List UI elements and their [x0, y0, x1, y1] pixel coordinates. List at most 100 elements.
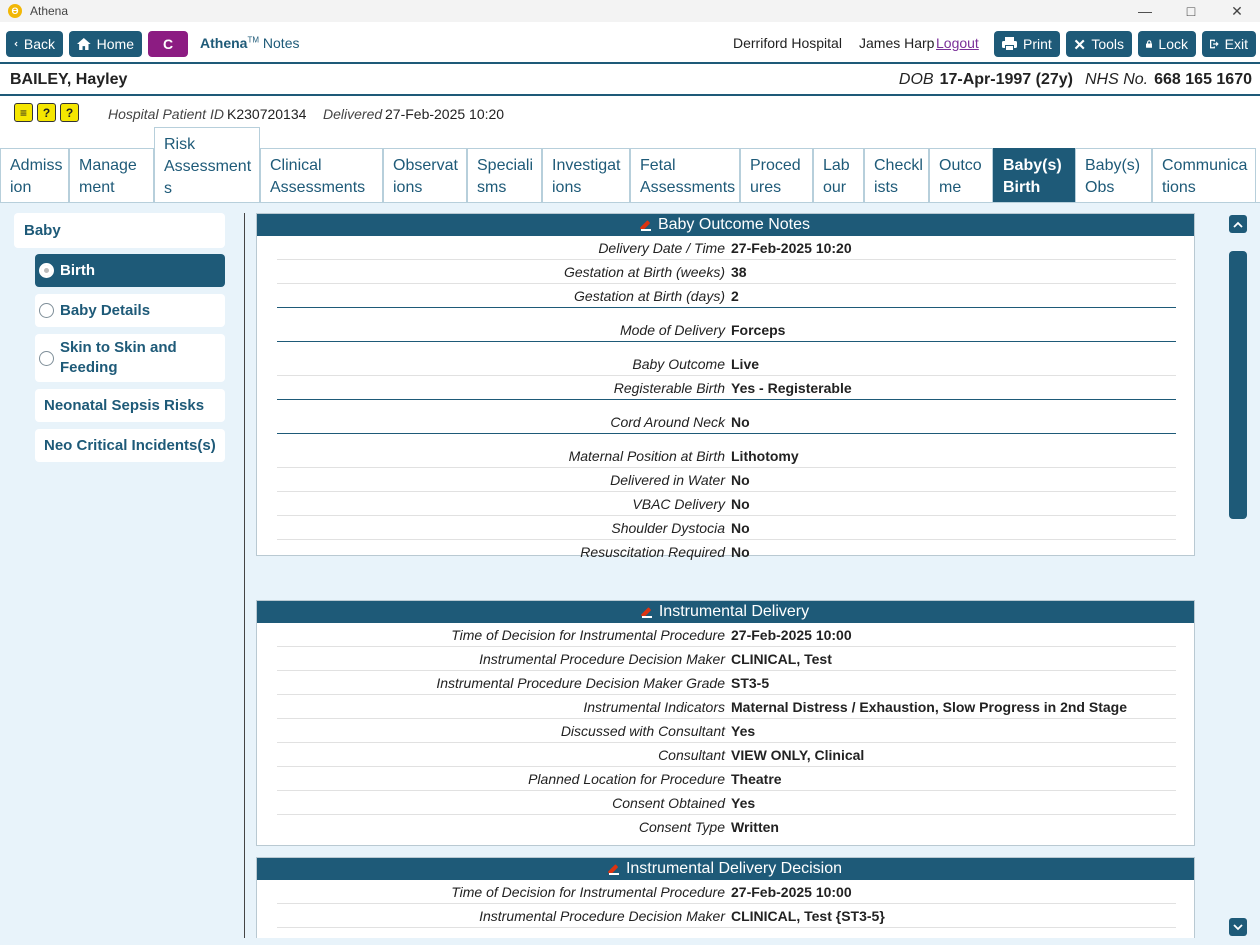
- instrumental-delivery-decision-panel: Instrumental Delivery Decision Time of D…: [256, 857, 1195, 938]
- field-row: Planned Location for Procedure Theatre: [277, 767, 1176, 791]
- tab-babys-birth[interactable]: Baby(s) Birth: [993, 148, 1075, 203]
- field-row: Gestation at Birth (days) 2: [277, 284, 1176, 308]
- dob-value: 17-Apr-1997 (27y): [939, 71, 1073, 88]
- field-row: Shoulder Dystocia No: [277, 516, 1176, 540]
- printer-icon: [1002, 37, 1017, 51]
- tab-checklists[interactable]: Checkl ists: [864, 148, 929, 203]
- sidebar-item-neonatal-sepsis-risks[interactable]: Neonatal Sepsis Risks: [35, 389, 225, 422]
- tools-button[interactable]: Tools: [1066, 31, 1132, 57]
- field-row: Instrumental Procedure Decision Maker CLI…: [277, 904, 1176, 928]
- hospital-name: Derriford Hospital: [733, 35, 842, 51]
- field-row: Instrumental Procedure Decision Maker CLI…: [277, 647, 1176, 671]
- scrollbar-thumb[interactable]: [1229, 251, 1247, 519]
- main-area: Baby Birth Baby Details Skin to Skin and…: [0, 203, 1260, 945]
- content-area: Baby Outcome Notes Delivery Date / Time 2…: [256, 213, 1195, 938]
- sidebar-item-baby-details[interactable]: Baby Details: [35, 294, 225, 327]
- lock-icon: [1146, 40, 1153, 48]
- tools-icon: [1074, 39, 1085, 49]
- field-row: Registerable Birth Yes - Registerable: [277, 376, 1176, 400]
- maximize-icon[interactable]: □: [1168, 0, 1214, 22]
- tab-procedures[interactable]: Proced ures: [740, 148, 813, 203]
- field-row: Delivered in Water No: [277, 468, 1176, 492]
- close-icon[interactable]: ✕: [1214, 0, 1260, 22]
- tab-specialisms[interactable]: Speciali sms: [467, 148, 542, 203]
- field-row: Baby Outcome Live: [277, 352, 1176, 376]
- field-row: Delivery Date / Time 27-Feb-2025 10:20: [277, 236, 1176, 260]
- field-row: Discussed with Consultant Yes: [277, 719, 1176, 743]
- help-alert-icon[interactable]: ?: [37, 103, 56, 122]
- instrumental-delivery-panel: Instrumental Delivery Time of Decision f…: [256, 600, 1195, 846]
- edit-pen-icon[interactable]: [641, 607, 653, 618]
- title-bar: ϴ Athena — □ ✕: [0, 0, 1260, 22]
- field-row: Consent Obtained Yes: [277, 791, 1176, 815]
- tab-management[interactable]: Manage ment: [69, 148, 154, 203]
- tab-investigations[interactable]: Investigat ions: [542, 148, 630, 203]
- patient-info-row: ≡ ? ? Hospital Patient ID K230720134 Del…: [0, 100, 1260, 126]
- brand-title: AthenaTM Notes: [200, 35, 300, 51]
- scrollbar[interactable]: [1227, 213, 1249, 938]
- field-row: Gestation at Birth (weeks) 38: [277, 260, 1176, 284]
- tab-outcome[interactable]: Outco me: [929, 148, 993, 203]
- sidebar-divider: [244, 213, 245, 938]
- field-row: Time of Decision for Instrumental Proced…: [277, 623, 1176, 647]
- lock-button[interactable]: Lock: [1138, 31, 1196, 57]
- toolbar: Back Home C AthenaTM Notes Derriford Hos…: [0, 26, 1260, 60]
- chevron-left-icon: [14, 41, 18, 47]
- scroll-up-icon[interactable]: [1229, 215, 1247, 233]
- patient-banner: BAILEY, Hayley DOB 17-Apr-1997 (27y) NHS N…: [0, 62, 1260, 96]
- tab-risk-assessments[interactable]: Risk Assessment s: [154, 127, 260, 203]
- field-row: Maternal Position at Birth Lithotomy: [277, 444, 1176, 468]
- help-alert-icon[interactable]: ?: [60, 103, 79, 122]
- tab-bar: Admiss ion Manage ment Risk Assessment s…: [0, 127, 1260, 203]
- sidebar-item-skin-to-skin[interactable]: Skin to Skin and Feeding: [35, 334, 225, 382]
- delivered-label: Delivered: [323, 106, 383, 122]
- hospital-id-value: K230720134: [227, 106, 307, 122]
- home-button[interactable]: Home: [69, 31, 142, 57]
- tab-fetal-assessments[interactable]: Fetal Assessments: [630, 148, 740, 203]
- sidebar-item-neo-critical-incidents[interactable]: Neo Critical Incidents(s): [35, 429, 225, 462]
- edit-pen-icon[interactable]: [640, 220, 652, 231]
- field-row: Consultant VIEW ONLY, Clinical: [277, 743, 1176, 767]
- print-button[interactable]: Print: [994, 31, 1060, 57]
- baby-outcome-panel: Baby Outcome Notes Delivery Date / Time 2…: [256, 213, 1195, 560]
- edit-pen-icon[interactable]: [608, 864, 620, 875]
- minimize-icon[interactable]: —: [1122, 0, 1168, 22]
- dob-label: DOB: [898, 71, 934, 88]
- field-row: Resuscitation Required No: [580, 544, 750, 560]
- logout-link[interactable]: Logout: [936, 35, 979, 51]
- hospital-id-label: Hospital Patient ID: [108, 106, 224, 122]
- user-name: James Harp: [859, 35, 935, 51]
- field-row: Instrumental Indicators Maternal Distress…: [277, 695, 1176, 719]
- home-icon: [77, 38, 91, 50]
- panel-header: Baby Outcome Notes: [257, 214, 1194, 236]
- patient-demographics: DOB 17-Apr-1997 (27y) NHS No. 668 165 1670: [899, 71, 1252, 89]
- window-title: Athena: [30, 4, 69, 18]
- radio-icon: [39, 303, 54, 318]
- nhs-value: 668 165 1670: [1154, 71, 1252, 88]
- sidebar-item-birth[interactable]: Birth: [35, 254, 225, 287]
- panel-header: Instrumental Delivery Decision: [257, 858, 1194, 880]
- tab-observations[interactable]: Observat ions: [383, 148, 467, 203]
- tab-labour[interactable]: Lab our: [813, 148, 864, 203]
- scroll-down-icon[interactable]: [1229, 918, 1247, 936]
- exit-icon: [1210, 39, 1219, 49]
- panel-header: Instrumental Delivery: [257, 601, 1194, 623]
- back-button[interactable]: Back: [6, 31, 63, 57]
- checklist-alert-icon[interactable]: ≡: [14, 103, 33, 122]
- exit-button[interactable]: Exit: [1202, 31, 1256, 57]
- field-row: Mode of Delivery Forceps: [277, 318, 1176, 342]
- sidebar-item-baby[interactable]: Baby: [14, 213, 225, 248]
- nhs-label: NHS No.: [1085, 71, 1149, 88]
- tab-admission[interactable]: Admiss ion: [0, 148, 69, 203]
- app-logo-icon: ϴ: [8, 4, 22, 18]
- field-row: Time of Decision for Instrumental Proced…: [277, 880, 1176, 904]
- c-button[interactable]: C: [148, 31, 188, 57]
- tab-communications[interactable]: Communica tions: [1152, 148, 1256, 203]
- delivered-value: 27-Feb-2025 10:20: [385, 106, 505, 122]
- tab-babys-obs[interactable]: Baby(s) Obs: [1075, 148, 1152, 203]
- tab-clinical-assessments[interactable]: Clinical Assessments: [260, 148, 383, 203]
- radio-selected-icon: [39, 263, 54, 278]
- field-row: Instrumental Procedure Decision Maker Gr…: [277, 671, 1176, 695]
- patient-name: BAILEY, Hayley: [10, 71, 128, 88]
- field-row: Consent Type Written: [638, 819, 779, 835]
